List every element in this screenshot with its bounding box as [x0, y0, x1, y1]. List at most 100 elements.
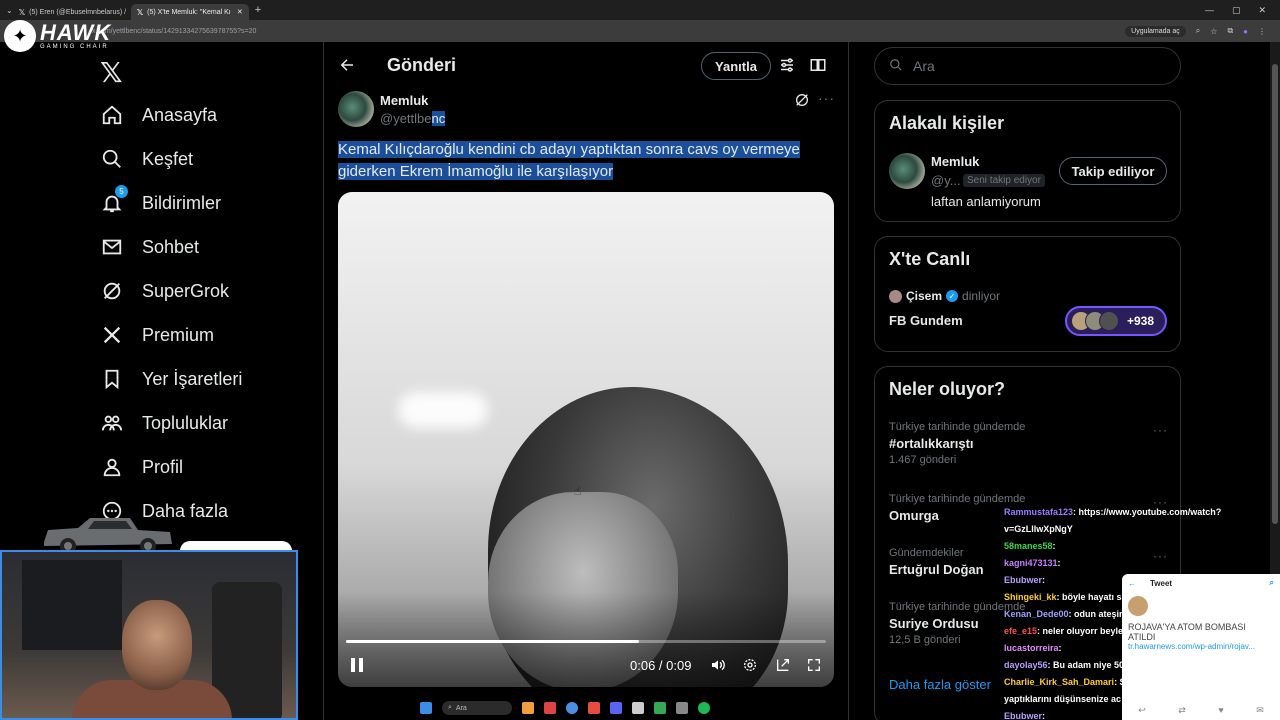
profile-avatar-icon[interactable]: ●: [1243, 27, 1248, 36]
maximize-icon[interactable]: ▢: [1232, 5, 1241, 16]
browser-tabbar: ⌄ 𝕏 (5) Eren (@Ebuselmnbelarus) / ✕ 𝕏 (5…: [0, 0, 1280, 20]
discord-icon[interactable]: [610, 702, 622, 714]
nav-item-mail[interactable]: Sohbet: [100, 232, 199, 262]
related-avatar[interactable]: [889, 153, 925, 189]
bookmark-star-icon[interactable]: ☆: [1210, 27, 1217, 36]
live-host-avatar: [889, 289, 902, 303]
nav-item-profile[interactable]: Profil: [100, 452, 183, 482]
fullscreen-icon[interactable]: [806, 657, 822, 676]
live-host-row[interactable]: Çisem ✓ dinliyor: [889, 289, 1000, 303]
taskbar-app-icon[interactable]: [544, 702, 556, 714]
trends-title: Neler oluyor?: [889, 379, 1006, 399]
following-button[interactable]: Takip ediliyor: [1059, 157, 1167, 185]
search-icon: [100, 147, 124, 171]
close-window-icon[interactable]: ✕: [1258, 5, 1266, 16]
taskbar-app-icon[interactable]: [632, 702, 644, 714]
phone-retweet-icon[interactable]: ⇄: [1178, 705, 1186, 716]
nav-item-grok[interactable]: SuperGrok: [100, 276, 229, 306]
nav-item-communities[interactable]: Topluluklar: [100, 408, 228, 438]
trend-item[interactable]: Gündemdekiler Ertuğrul Doğan: [889, 547, 984, 577]
window-controls: — ▢ ✕: [1205, 5, 1280, 16]
settings-gear-icon[interactable]: [742, 657, 758, 676]
nav-item-label: Sohbet: [142, 236, 200, 257]
nav-item-bookmark[interactable]: Yer İşaretleri: [100, 364, 242, 394]
grok-icon[interactable]: [794, 92, 812, 110]
more-options-icon[interactable]: ···: [818, 90, 835, 106]
trend-more-icon[interactable]: ···: [1153, 423, 1168, 437]
pip-icon[interactable]: [775, 657, 791, 676]
video-progress-bar[interactable]: [346, 640, 826, 643]
nav-item-home[interactable]: Anasayfa: [100, 100, 217, 130]
cam-background-window: [22, 560, 122, 650]
chat-text: :: [1042, 711, 1046, 720]
search-bar[interactable]: Ara: [874, 47, 1181, 85]
video-time: 0:06 / 0:09: [630, 658, 692, 673]
nav-item-x[interactable]: Premium: [100, 320, 214, 350]
handle-selected: nc: [431, 111, 446, 126]
related-handle[interactable]: @y...: [931, 173, 961, 188]
taskbar-search[interactable]: ⌕ Ara: [442, 701, 512, 715]
phone-reply-icon[interactable]: ↩: [1138, 705, 1146, 716]
extensions-icon[interactable]: ⧉: [1227, 26, 1233, 36]
hawk-brand: HAWK: [40, 20, 112, 45]
browser-tab-2[interactable]: 𝕏 (5) X'te Memluk: "Kemal Kı ✕: [130, 4, 249, 20]
live-space-title[interactable]: FB Gundem: [889, 313, 963, 328]
phone-tweet-link[interactable]: tr.hawarnews.com/wp-admin/rojav...: [1128, 642, 1274, 651]
chat-username: Shingeki_kk: [1004, 592, 1057, 602]
nav-item-label: Profil: [142, 456, 184, 477]
mail-icon: [100, 235, 124, 259]
nav-item-search[interactable]: Keşfet: [100, 144, 193, 174]
phone-like-icon[interactable]: ♥: [1218, 705, 1223, 716]
chat-text: yaptıklarını düşünsenize ac: [1004, 694, 1122, 704]
url-field[interactable]: x.com/yettlbenc/status/14291334275639787…: [92, 28, 256, 35]
windows-start-icon[interactable]: [420, 702, 432, 714]
divider-right: [848, 42, 849, 720]
tab-title: (5) Eren (@Ebuselmnbelarus) /: [29, 8, 127, 16]
taskbar-app-icon[interactable]: [654, 702, 666, 714]
new-tab-button[interactable]: +: [255, 4, 261, 16]
taskbar-app-icon[interactable]: [676, 702, 688, 714]
x-logo-icon[interactable]: 𝕏: [100, 56, 123, 89]
phone-back-icon[interactable]: ←: [1128, 579, 1136, 588]
phone-search-icon[interactable]: ⌕: [1270, 578, 1274, 588]
show-more-link[interactable]: Daha fazla göster: [889, 677, 991, 692]
tab-title: (5) X'te Memluk: "Kemal Kı: [147, 8, 231, 16]
post-author-handle[interactable]: @yettlbenc: [380, 111, 446, 126]
live-listener-count: +938: [1127, 314, 1155, 328]
reply-button[interactable]: Yanıtla: [701, 52, 771, 80]
x-favicon-icon: 𝕏: [136, 7, 144, 17]
phone-mail-icon[interactable]: ✉: [1256, 705, 1264, 716]
sliders-icon[interactable]: [778, 56, 798, 76]
spotify-icon[interactable]: [698, 702, 710, 714]
menu-icon[interactable]: ⋮: [1258, 27, 1266, 36]
minimize-icon[interactable]: —: [1205, 5, 1214, 16]
live-listeners-pill[interactable]: +938: [1065, 306, 1167, 336]
profile-icon: [100, 455, 124, 479]
taskbar-app-icon[interactable]: [522, 702, 534, 714]
tab-menu-icon[interactable]: ⌄: [6, 6, 13, 15]
zoom-icon[interactable]: ⌕: [1196, 26, 1200, 36]
nav-item-bell[interactable]: 5 Bildirimler: [100, 185, 221, 218]
phone-avatar: [1128, 596, 1148, 616]
trend-count: 1.467 gönderi: [889, 454, 957, 466]
video-player[interactable]: ☝ 0:06 / 0:09: [338, 192, 834, 687]
close-tab-icon[interactable]: ✕: [237, 8, 243, 16]
nav-item-label: Anasayfa: [142, 104, 218, 125]
chrome-icon[interactable]: [566, 702, 578, 714]
pause-icon[interactable]: [350, 657, 364, 676]
reader-icon[interactable]: [809, 56, 829, 76]
mouse-cursor-icon: ☝: [574, 484, 582, 498]
open-in-app-button[interactable]: Uygulamada aç: [1125, 25, 1186, 37]
chat-username: 58manes58: [1004, 541, 1053, 551]
volume-icon[interactable]: [710, 657, 726, 676]
back-arrow-icon[interactable]: [338, 56, 356, 79]
trend-item[interactable]: Türkiye tarihinde gündemde #ortalıkkarış…: [889, 421, 1025, 466]
related-name[interactable]: Memluk: [931, 154, 979, 169]
chat-message: 58manes58:: [1004, 538, 1256, 555]
scrollbar-thumb[interactable]: [1272, 64, 1278, 524]
taskbar-app-icon[interactable]: [588, 702, 600, 714]
post-author-name[interactable]: Memluk: [380, 93, 428, 108]
post-author-avatar[interactable]: [338, 91, 374, 127]
chat-username: lucastorreira: [1004, 643, 1059, 653]
cam-person-head: [122, 600, 192, 690]
